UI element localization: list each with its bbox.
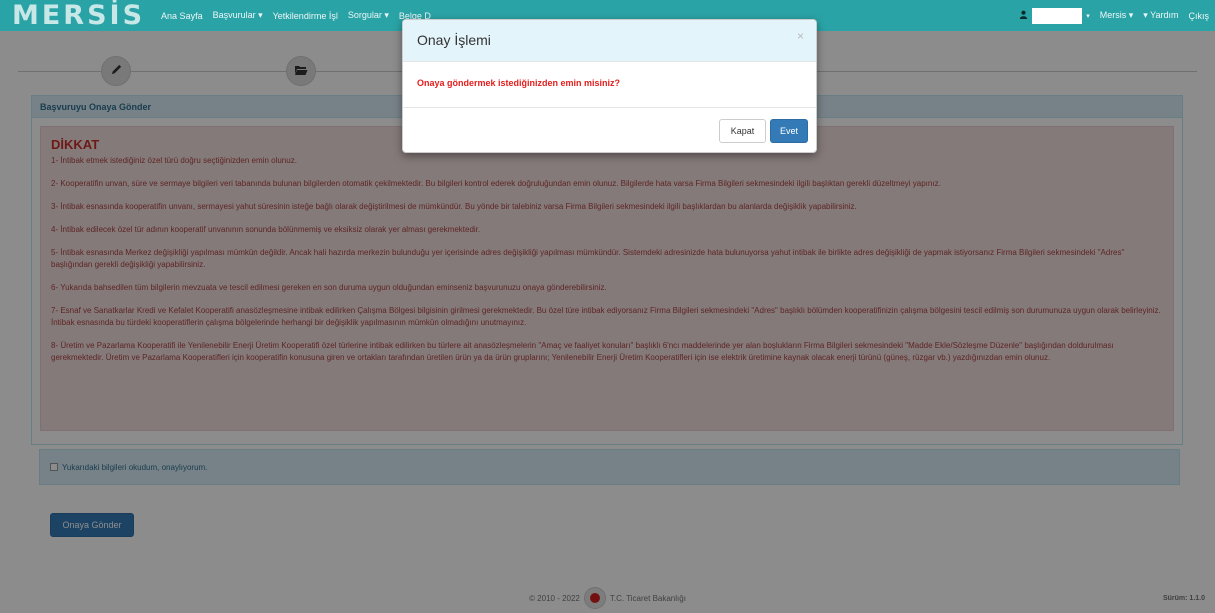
- nav-right: ▾ Mersis ▾ ▾ Yardım Çıkış: [1019, 0, 1209, 31]
- nav-item-home[interactable]: Ana Sayfa: [161, 11, 203, 21]
- nav-menu: Ana Sayfa Başvurular ▾ Yetkilendirme İşl…: [161, 10, 431, 21]
- nav-item-mersis[interactable]: Mersis ▾: [1100, 10, 1134, 21]
- modal-message: Onaya göndermek istediğinizden emin misi…: [417, 78, 621, 88]
- close-icon[interactable]: ×: [797, 29, 804, 43]
- user-menu[interactable]: ▾: [1019, 7, 1090, 24]
- yes-button[interactable]: Evet: [770, 119, 808, 143]
- confirm-modal: Onay İşlemi × Onaya göndermek istediğini…: [402, 19, 817, 153]
- close-button[interactable]: Kapat: [719, 119, 766, 143]
- nav-item-applications[interactable]: Başvurular ▾: [213, 10, 263, 21]
- chevron-down-icon: ▾: [1086, 12, 1090, 20]
- mersis-logo[interactable]: MERSİS: [12, 0, 145, 31]
- nav-item-help[interactable]: ▾ Yardım: [1143, 10, 1178, 21]
- modal-body: Onaya göndermek istediğinizden emin misi…: [403, 62, 816, 108]
- nav-item-authorization[interactable]: Yetkilendirme İşl: [273, 11, 338, 21]
- user-name-redacted: [1032, 7, 1083, 24]
- nav-item-logout[interactable]: Çıkış: [1188, 11, 1209, 21]
- nav-item-queries[interactable]: Sorgular ▾: [348, 10, 389, 21]
- modal-header: Onay İşlemi ×: [403, 20, 816, 62]
- user-icon: [1019, 10, 1028, 21]
- modal-title: Onay İşlemi: [417, 32, 491, 48]
- modal-footer: Kapat Evet: [403, 108, 816, 152]
